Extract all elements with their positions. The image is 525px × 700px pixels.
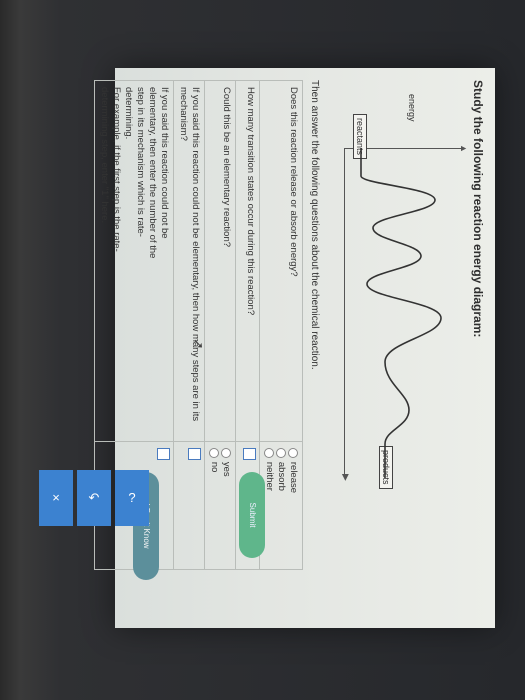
clear-button[interactable]: × — [39, 470, 73, 526]
radio-icon[interactable] — [221, 447, 231, 458]
option-no[interactable]: no — [208, 447, 220, 563]
question-text: Does this reaction release or absorb ene… — [259, 80, 303, 442]
question-text: How many transition states occur during … — [235, 80, 260, 442]
answer-options: release absorb neither — [259, 441, 303, 570]
energy-diagram: ▲ ▶ energy reactants products — [335, 86, 469, 489]
energy-label: energy — [407, 94, 417, 122]
rate-determining-step-input[interactable] — [157, 447, 170, 460]
question-text: Could this be an elementary reaction? — [204, 80, 236, 442]
mouse-cursor-icon: ➚ — [191, 338, 207, 350]
answer-options: yes no — [204, 441, 236, 570]
radio-icon[interactable] — [264, 447, 274, 458]
screen: Study the following reaction energy diag… — [94, 68, 495, 628]
instruction-text: Then answer the following questions abou… — [309, 80, 320, 370]
page-title: Study the following reaction energy diag… — [471, 80, 485, 338]
option-release[interactable]: release — [287, 447, 299, 563]
question-row: If you said this reaction could not be e… — [173, 80, 205, 570]
option-yes[interactable]: yes — [220, 447, 232, 563]
mechanism-steps-input[interactable] — [188, 447, 201, 460]
radio-icon[interactable] — [288, 447, 298, 458]
option-absorb[interactable]: absorb — [275, 447, 287, 563]
undo-button[interactable]: ↶ — [77, 470, 111, 526]
question-text: If you said this reaction could not be e… — [173, 80, 205, 442]
question-text-multiline: If you said this reaction could not be e… — [94, 80, 174, 442]
radio-icon[interactable] — [209, 447, 219, 458]
energy-curve — [360, 148, 442, 478]
answer-input-cell — [173, 441, 205, 570]
transition-states-input[interactable] — [243, 447, 256, 460]
question-row: Could this be an elementary reaction? ye… — [204, 80, 236, 570]
help-button[interactable]: ? — [115, 470, 149, 526]
question-row: Does this reaction release or absorb ene… — [259, 80, 303, 570]
submit-button[interactable]: Submit — [239, 472, 265, 558]
radio-icon[interactable] — [276, 447, 286, 458]
